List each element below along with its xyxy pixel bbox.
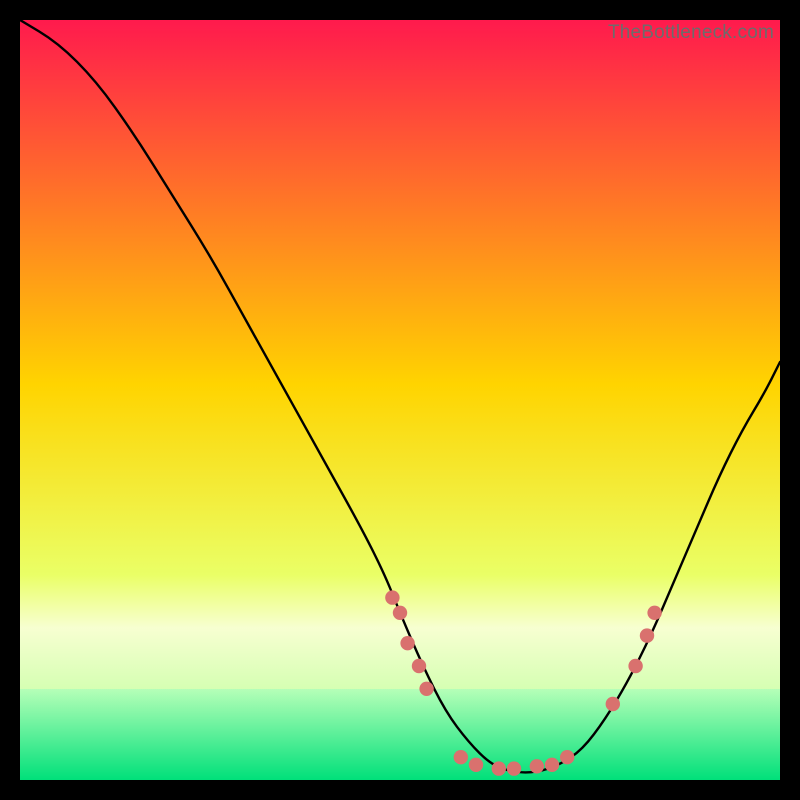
marker-dot (545, 758, 559, 772)
marker-dot (560, 750, 574, 764)
marker-dot (469, 758, 483, 772)
marker-dot (647, 606, 661, 620)
watermark-text: TheBottleneck.com (608, 22, 774, 44)
bottleneck-chart (20, 20, 780, 780)
marker-dot (628, 659, 642, 673)
marker-dot (385, 590, 399, 604)
marker-dot (400, 636, 414, 650)
marker-dot (454, 750, 468, 764)
marker-dot (530, 759, 544, 773)
marker-dot (393, 606, 407, 620)
marker-dot (492, 761, 506, 775)
marker-dot (606, 697, 620, 711)
marker-dot (507, 761, 521, 775)
chart-frame: TheBottleneck.com (20, 20, 780, 780)
marker-dot (640, 628, 654, 642)
marker-dot (419, 682, 433, 696)
marker-dot (412, 659, 426, 673)
